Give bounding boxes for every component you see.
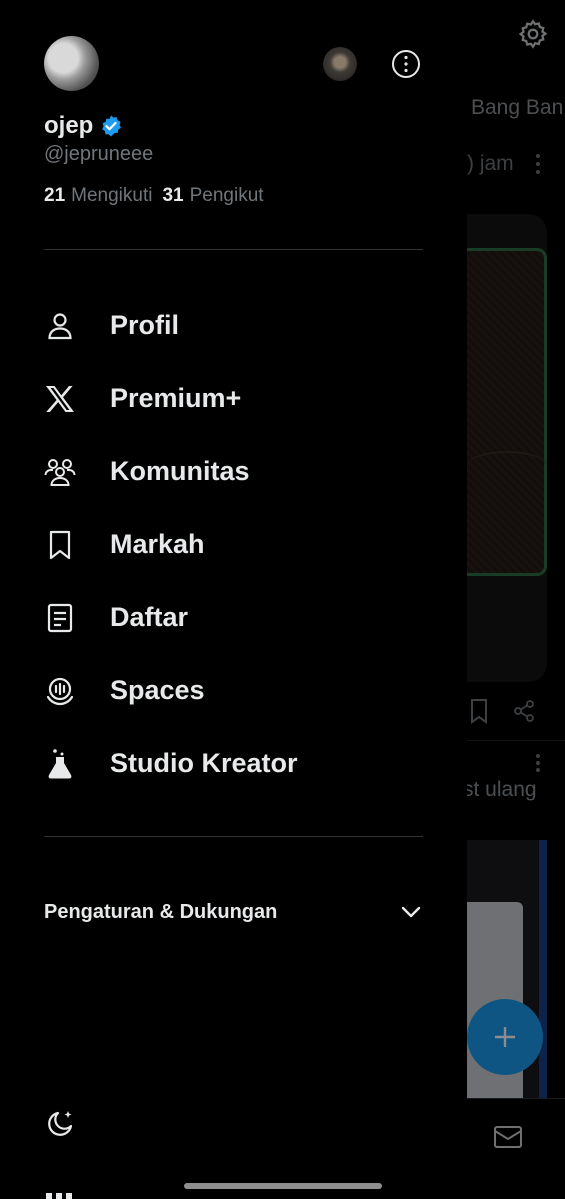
flask-icon (44, 748, 76, 780)
mail-icon[interactable] (493, 1125, 523, 1149)
qr-code-icon[interactable] (44, 1190, 74, 1199)
menu-item-label: Komunitas (110, 456, 250, 486)
list-icon (44, 602, 76, 634)
x-logo-icon (44, 383, 76, 415)
side-drawer: ojep @jepruneee 21 Mengikuti 31 Pengikut… (0, 0, 467, 1199)
moon-sparkle-icon[interactable] (44, 1108, 76, 1140)
divider (44, 249, 423, 250)
home-indicator[interactable] (184, 1183, 382, 1189)
avatar[interactable] (44, 36, 99, 91)
bookmark-icon[interactable] (469, 698, 489, 724)
verified-badge-icon (102, 115, 122, 137)
more-vertical-icon[interactable] (529, 150, 547, 178)
background-feed: Bang Ban ) jam st ulang (467, 0, 565, 1199)
menu-item-bookmarks[interactable]: Markah (44, 508, 424, 581)
communities-icon (44, 456, 76, 488)
menu-item-label: Profil (110, 310, 180, 340)
more-vertical-icon[interactable] (529, 752, 547, 774)
profile-name-row[interactable]: ojep (44, 112, 123, 140)
settings-support-expander[interactable]: Pengaturan & Dukungan (44, 890, 424, 934)
compose-button[interactable] (467, 999, 543, 1075)
menu-item-creator-studio[interactable]: Studio Kreator (44, 727, 424, 800)
more-options-icon[interactable] (390, 48, 422, 80)
menu-item-label: Premium+ (110, 383, 242, 413)
menu-item-spaces[interactable]: Spaces (44, 654, 424, 727)
post-timestamp: ) jam (467, 152, 514, 175)
menu-item-premium[interactable]: Premium+ (44, 362, 424, 435)
divider (44, 836, 423, 837)
chevron-down-icon (401, 906, 421, 918)
spaces-icon (44, 675, 76, 707)
menu-item-profile[interactable]: Profil (44, 289, 424, 362)
menu-item-label: Daftar (110, 602, 189, 632)
post-image[interactable] (467, 248, 547, 576)
followers-count: 31 (162, 185, 184, 206)
share-icon[interactable] (513, 700, 535, 722)
menu-item-lists[interactable]: Daftar (44, 581, 424, 654)
gear-icon[interactable] (517, 18, 549, 50)
followers-label: Pengikut (189, 185, 264, 206)
account-switcher-avatar[interactable] (323, 47, 357, 81)
menu-item-label: Markah (110, 529, 205, 559)
feed-tab[interactable]: Bang Ban (471, 96, 563, 120)
person-icon (44, 310, 76, 342)
display-name: ojep (44, 112, 94, 139)
follow-stats: 21 Mengikuti 31 Pengikut (44, 185, 264, 207)
settings-support-label: Pengaturan & Dukungan (44, 900, 278, 923)
bottom-nav-bar (467, 1098, 565, 1199)
following-count: 21 (44, 185, 66, 206)
followers-link[interactable]: 31 Pengikut (162, 185, 263, 207)
bookmark-icon (44, 529, 76, 561)
menu-item-label: Studio Kreator (110, 748, 298, 778)
menu-item-communities[interactable]: Komunitas (44, 435, 424, 508)
following-label: Mengikuti (71, 185, 153, 206)
plus-icon (495, 1027, 515, 1047)
divider (467, 740, 565, 741)
profile-handle: @jepruneee (44, 143, 154, 165)
menu-item-label: Spaces (110, 675, 205, 705)
repost-label: st ulang (467, 778, 537, 801)
following-link[interactable]: 21 Mengikuti (44, 185, 152, 207)
drawer-menu: Profil Premium+ Komunitas Markah Daftar … (44, 289, 424, 800)
